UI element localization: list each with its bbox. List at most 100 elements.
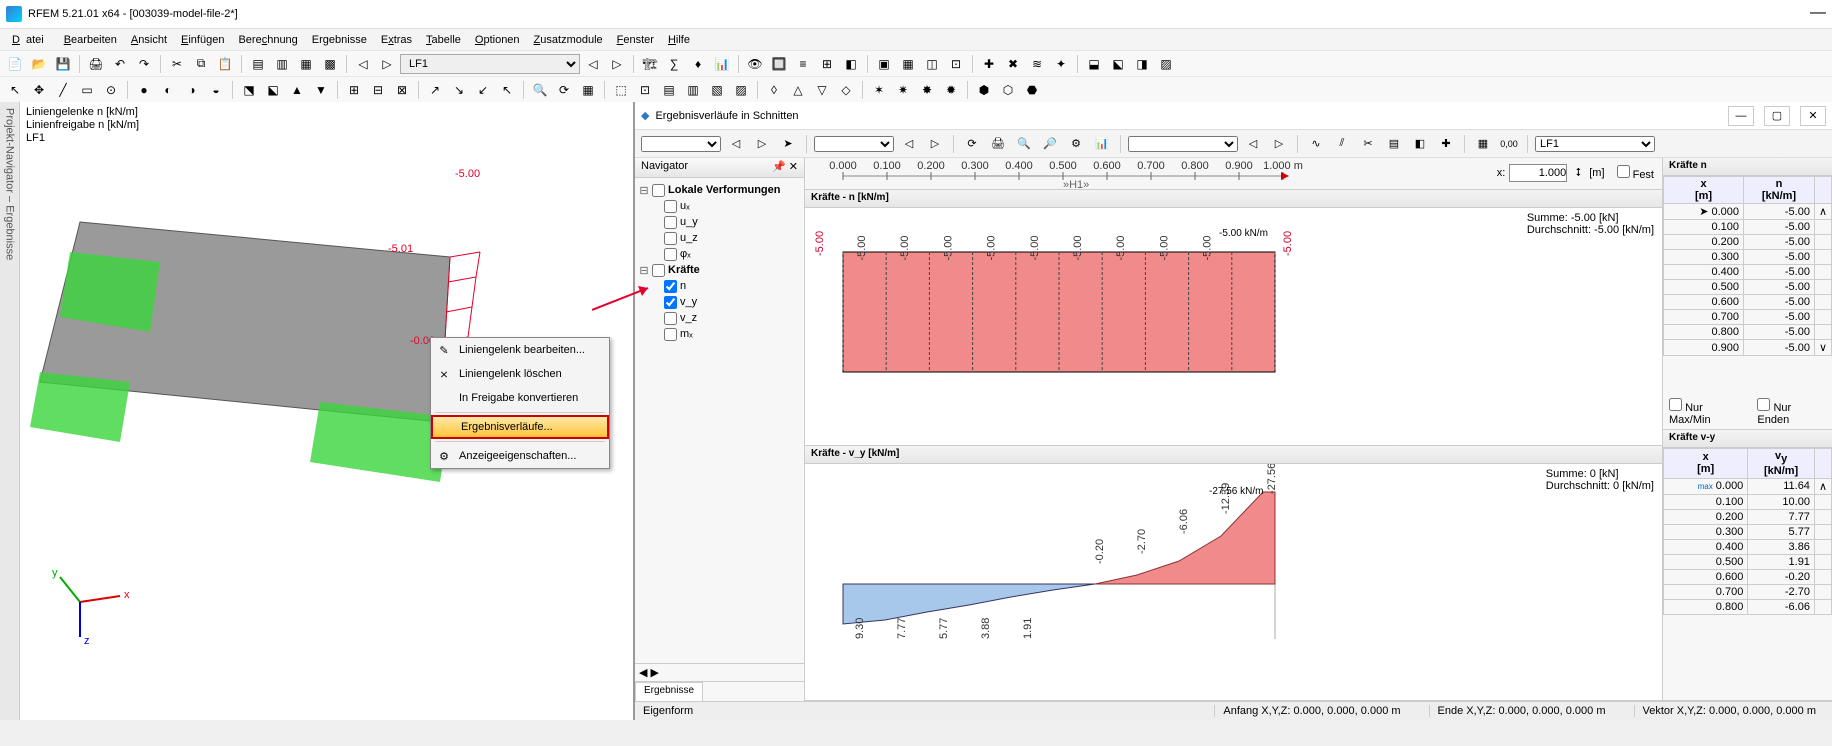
menu-table[interactable]: Tabelle — [420, 32, 467, 48]
toolbar-icon[interactable]: ↗ — [424, 79, 446, 101]
tree-item-mx[interactable]: mₓ — [639, 326, 800, 342]
close-button[interactable]: ✕ — [1800, 106, 1826, 126]
zoom-out-icon[interactable]: 🔎 — [1039, 133, 1061, 155]
toolbar-icon[interactable]: 🔲 — [768, 53, 790, 75]
tree-group-forces[interactable]: ⊟Kräfte — [639, 262, 800, 278]
model-viewport[interactable]: Liniengelenke n [kN/m] Linienfreigabe n … — [20, 102, 635, 720]
table-row[interactable]: 0.800-5.00 — [1664, 325, 1832, 340]
toolbar-icon[interactable]: ◧ — [1409, 133, 1431, 155]
toolbar-icon[interactable]: ▥ — [682, 79, 704, 101]
open-icon[interactable]: 📂 — [28, 53, 50, 75]
refresh-icon[interactable]: ⟳ — [961, 133, 983, 155]
menu-file[interactable]: Datei — [6, 32, 56, 48]
tree-item-n[interactable]: n — [639, 278, 800, 294]
toolbar-icon[interactable]: ▽ — [811, 79, 833, 101]
toolbar-icon[interactable]: ◇ — [835, 79, 857, 101]
ctx-edit-line-hinge[interactable]: ✎Liniengelenk bearbeiten... — [431, 338, 609, 362]
grid-icon[interactable]: ▦ — [577, 79, 599, 101]
menu-calc[interactable]: Berechnung — [232, 32, 303, 48]
toolbar-icon[interactable]: ⬚ — [610, 79, 632, 101]
export-excel-icon[interactable]: 📊 — [1091, 133, 1113, 155]
toolbar-icon[interactable]: ▼ — [310, 79, 332, 101]
toolbar-icon[interactable]: ✂ — [1357, 133, 1379, 155]
toolbar-icon[interactable]: ◫ — [921, 53, 943, 75]
tab-results[interactable]: Ergebnisse — [635, 682, 703, 701]
result-select-1[interactable] — [641, 136, 721, 152]
toolbar-icon[interactable]: ↘ — [448, 79, 470, 101]
menu-results[interactable]: Ergebnisse — [306, 32, 373, 48]
table-row[interactable]: 0.400-5.00 — [1664, 265, 1832, 280]
toolbar-icon[interactable]: ◊ — [763, 79, 785, 101]
table-row[interactable]: 0.100-5.00 — [1664, 220, 1832, 235]
toolbar-icon[interactable]: ▲ — [286, 79, 308, 101]
result-select-3[interactable] — [1128, 136, 1238, 152]
table-row[interactable]: 0.300-5.00 — [1664, 250, 1832, 265]
unit-icon[interactable]: 0,00 — [1498, 133, 1520, 155]
toolbar-icon[interactable]: ♦ — [687, 53, 709, 75]
nav-prev-icon[interactable]: ◁ — [898, 133, 920, 155]
nav-scroll-buttons[interactable]: ◀ ▶ — [635, 663, 804, 681]
print-icon[interactable]: 🖨 — [987, 133, 1009, 155]
toolbar-icon[interactable]: ⊡ — [945, 53, 967, 75]
nav-prev-icon[interactable]: ◁ — [725, 133, 747, 155]
pointer-icon[interactable]: ↖ — [4, 79, 26, 101]
toolbar-icon[interactable]: ⬡ — [997, 79, 1019, 101]
toolbar-icon[interactable]: ↖ — [496, 79, 518, 101]
toolbar-icon[interactable]: ∑ — [663, 53, 685, 75]
toolbar-icon[interactable]: ⬣ — [1021, 79, 1043, 101]
toolbar-icon[interactable]: ✖ — [1002, 53, 1024, 75]
toolbar-icon[interactable]: ✚ — [978, 53, 1000, 75]
toolbar-icon[interactable]: 🏗 — [639, 53, 661, 75]
toolbar-icon[interactable]: ▨ — [730, 79, 752, 101]
rect-icon[interactable]: ▭ — [76, 79, 98, 101]
toolbar-icon[interactable]: ▥ — [271, 53, 293, 75]
toolbar-icon[interactable]: ▧ — [706, 79, 728, 101]
toolbar-icon[interactable]: ▨ — [1155, 53, 1177, 75]
nav-prev2-icon[interactable]: ◁ — [582, 53, 604, 75]
table-row[interactable]: 0.600-5.00 — [1664, 295, 1832, 310]
toolbar-icon[interactable]: ⬕ — [262, 79, 284, 101]
line-icon[interactable]: ╱ — [52, 79, 74, 101]
cut-icon[interactable]: ✂ — [166, 53, 188, 75]
table-row[interactable]: 0.10010.00 — [1664, 494, 1832, 509]
toolbar-icon[interactable]: △ — [787, 79, 809, 101]
menu-insert[interactable]: Einfügen — [175, 32, 230, 48]
go-icon[interactable]: ➤ — [777, 133, 799, 155]
table-row[interactable]: 0.600-0.20 — [1664, 569, 1832, 584]
menu-addons[interactable]: Zusatzmodule — [528, 32, 609, 48]
nav-next-icon[interactable]: ▷ — [924, 133, 946, 155]
toolbar-icon[interactable]: ↙ — [472, 79, 494, 101]
sidebar-tab-results[interactable]: Projekt-Navigator – Ergebnisse — [0, 102, 20, 720]
table-row[interactable]: ➤ 0.000-5.00∧ — [1664, 204, 1832, 220]
table-row[interactable]: 0.2007.77 — [1664, 509, 1832, 524]
toolbar-icon[interactable]: ∿ — [1305, 133, 1327, 155]
ctx-convert-release[interactable]: In Freigabe konvertieren — [431, 386, 609, 410]
toolbar-icon[interactable]: ▤ — [1383, 133, 1405, 155]
redo-icon[interactable]: ↷ — [133, 53, 155, 75]
nav-next2-icon[interactable]: ▷ — [606, 53, 628, 75]
menu-options[interactable]: Optionen — [469, 32, 526, 48]
toolbar-icon[interactable]: ⬕ — [1107, 53, 1129, 75]
table-row[interactable]: 0.700-5.00 — [1664, 310, 1832, 325]
toolbar-icon[interactable]: ✚ — [1435, 133, 1457, 155]
toolbar-icon[interactable]: ● — [133, 79, 155, 101]
table-row[interactable]: 0.800-6.06 — [1664, 599, 1832, 614]
settings-icon[interactable]: ⚙ — [1065, 133, 1087, 155]
nav-prev-icon[interactable]: ◁ — [352, 53, 374, 75]
minimize-button[interactable]: — — [1728, 106, 1754, 126]
toolbar-icon[interactable]: ◨ — [1131, 53, 1153, 75]
toolbar-icon[interactable]: ⫽ — [1331, 133, 1353, 155]
new-icon[interactable]: 📄 — [4, 53, 26, 75]
eye-icon[interactable]: 👁 — [744, 53, 766, 75]
toolbar-icon[interactable]: ◐ — [157, 79, 179, 101]
ctx-result-diagrams[interactable]: Ergebnisverläufe... — [431, 415, 609, 439]
toolbar-icon[interactable]: ≋ — [1026, 53, 1048, 75]
chk-ends-only[interactable]: Nur Enden — [1757, 398, 1826, 426]
app-minimize-button[interactable]: — — [1810, 4, 1826, 22]
snap-icon[interactable]: ⊙ — [100, 79, 122, 101]
toolbar-icon[interactable]: ≡ — [792, 53, 814, 75]
table-row[interactable]: 0.700-2.70 — [1664, 584, 1832, 599]
result-select-2[interactable] — [814, 136, 894, 152]
menu-help[interactable]: Hilfe — [662, 32, 696, 48]
chk-forces[interactable] — [652, 264, 665, 277]
